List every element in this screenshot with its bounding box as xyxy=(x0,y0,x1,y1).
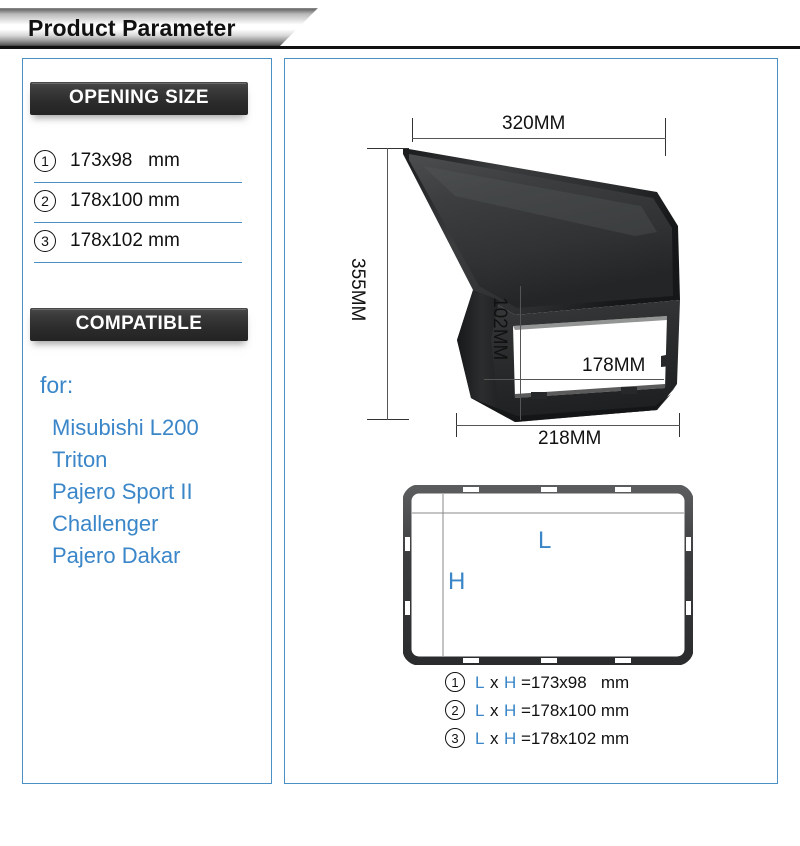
compatible-model-item: Pajero Dakar xyxy=(52,543,181,568)
compatible-header-label: COMPATIBLE xyxy=(75,313,203,334)
legend-l-symbol: L xyxy=(475,673,485,692)
compatible-for-label: for: xyxy=(40,372,74,398)
legend-h-symbol: H xyxy=(504,673,517,692)
opening-size-header-label: OPENING SIZE xyxy=(69,87,209,108)
product-parameter-banner: Product Parameter xyxy=(0,8,800,50)
opening-size-row: 1 173x98 mm xyxy=(34,142,242,183)
compatible-model-item: Challenger xyxy=(52,511,159,536)
legend-number-badge: 3 xyxy=(445,728,465,748)
legend-value: =178x100 mm xyxy=(521,701,630,720)
dim-line-320 xyxy=(412,138,666,139)
dim-label-inner-width: 178MM xyxy=(582,355,646,376)
legend-value: =178x102 mm xyxy=(521,729,630,748)
opening-size-row: 2 178x100 mm xyxy=(34,182,242,223)
dim-tick-355-top xyxy=(367,148,409,149)
banner-underline xyxy=(0,46,800,49)
legend-h-symbol: H xyxy=(504,701,517,720)
legend-times-symbol: x xyxy=(490,701,499,720)
opening-size-row: 3 178x102 mm xyxy=(34,222,242,263)
legend-row: 1 L x H =173x98 mm xyxy=(445,670,629,696)
dim-line-102 xyxy=(520,286,521,420)
dim-label-left-height: 355MM xyxy=(346,258,368,322)
list-number-badge: 1 xyxy=(34,150,56,172)
opening-size-value: 178x102 mm xyxy=(70,230,180,251)
legend-h-symbol: H xyxy=(504,729,517,748)
compatible-model-item: Pajero Sport II xyxy=(52,479,193,504)
legend-l-symbol: L xyxy=(475,729,485,748)
opening-size-header: OPENING SIZE xyxy=(30,82,248,115)
legend-row: 2 L x H =178x100 mm xyxy=(445,698,629,724)
dim-line-355 xyxy=(387,148,388,420)
legend-row: 3 L x H =178x102 mm xyxy=(445,726,629,752)
legend-value: =173x98 mm xyxy=(521,673,630,692)
dim-label-top-width: 320MM xyxy=(498,113,570,135)
dim-line-178 xyxy=(484,379,664,380)
list-number-badge: 3 xyxy=(34,230,56,252)
opening-size-value: 178x100 mm xyxy=(70,190,180,211)
dim-label-inner-height: 102MM xyxy=(489,297,510,361)
frame-length-label: L xyxy=(538,527,552,554)
legend-times-symbol: x xyxy=(490,729,499,748)
opening-frame-diagram xyxy=(403,485,693,665)
legend-l-symbol: L xyxy=(475,701,485,720)
dim-line-218 xyxy=(456,425,680,426)
compatible-header: COMPATIBLE xyxy=(30,308,248,341)
legend-times-symbol: x xyxy=(490,673,499,692)
dim-tick-355-bottom xyxy=(367,419,409,420)
legend-number-badge: 1 xyxy=(445,672,465,692)
opening-size-value: 173x98 mm xyxy=(70,150,180,171)
dim-label-bottom-width: 218MM xyxy=(534,428,606,450)
legend-number-badge: 2 xyxy=(445,700,465,720)
list-number-badge: 2 xyxy=(34,190,56,212)
compatible-model-item: Triton xyxy=(52,447,108,472)
dim-tick-320-right xyxy=(665,118,666,156)
compatible-model-item: Misubishi L200 xyxy=(52,415,199,440)
product-photo-fascia xyxy=(403,148,680,422)
page-title: Product Parameter xyxy=(28,15,236,41)
frame-height-label: H xyxy=(448,568,466,595)
